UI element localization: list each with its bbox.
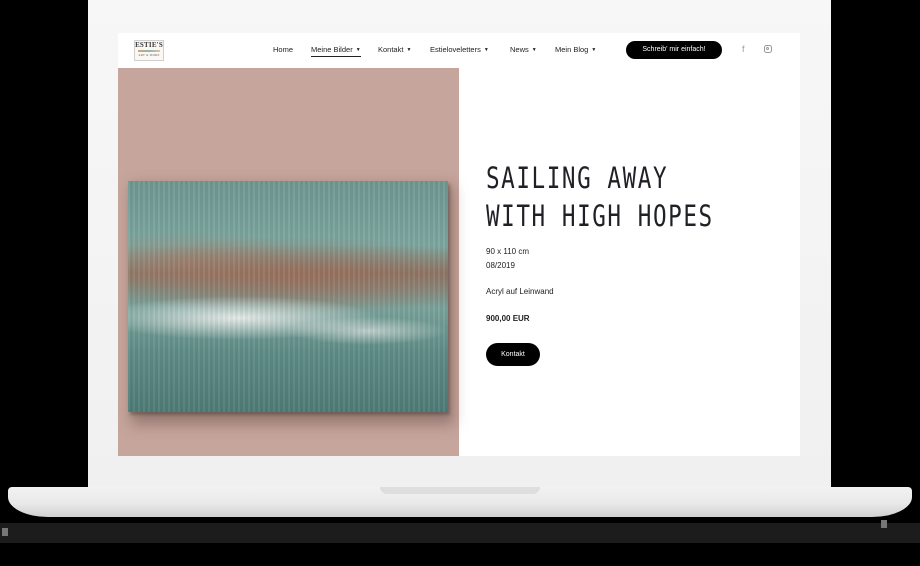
artwork-panel [118, 68, 459, 456]
artwork-medium: Acryl auf Leinwand [486, 287, 554, 296]
nav-kontakt-label: Kontakt [378, 45, 404, 54]
laptop-notch [380, 487, 540, 494]
bottom-bar [0, 523, 920, 543]
nav-news[interactable]: News ▼ [510, 45, 537, 54]
top-navigation: ESTIE'S ART & MORE Home Meine Bilder ▼ Ko… [118, 33, 800, 68]
chevron-down-icon: ▼ [591, 47, 597, 53]
nav-meine-bilder[interactable]: Meine Bilder ▼ [311, 45, 361, 57]
artwork-price: 900,00 EUR [486, 314, 530, 323]
site-logo[interactable]: ESTIE'S ART & MORE [134, 40, 164, 61]
nav-mein-blog-label: Mein Blog [555, 45, 589, 54]
write-me-button[interactable]: Schreib' mir einfach! [626, 41, 722, 59]
nav-estieloveletters[interactable]: Estieloveletters ▼ [430, 45, 489, 54]
nav-home[interactable]: Home [273, 45, 293, 54]
logo-subtitle: ART & MORE [138, 53, 160, 57]
logo-text: ESTIE'S [135, 41, 163, 49]
nav-meine-bilder-label: Meine Bilder [311, 45, 353, 54]
chevron-down-icon: ▼ [531, 47, 537, 53]
chevron-down-icon: ▼ [483, 47, 489, 53]
artwork-title-line1: SAILING AWAY [486, 161, 669, 195]
chevron-down-icon: ▼ [406, 47, 412, 53]
artwork-date: 08/2019 [486, 261, 515, 270]
painting-image[interactable] [128, 181, 448, 412]
artwork-size: 90 x 110 cm [486, 247, 529, 256]
facebook-icon[interactable]: f [742, 44, 745, 54]
nav-news-label: News [510, 45, 529, 54]
instagram-icon[interactable] [764, 45, 772, 53]
nav-kontakt[interactable]: Kontakt ▼ [378, 45, 411, 54]
corner-mark-right [881, 520, 887, 528]
nav-mein-blog[interactable]: Mein Blog ▼ [555, 45, 596, 54]
browser-screen: ESTIE'S ART & MORE Home Meine Bilder ▼ Ko… [118, 33, 800, 456]
logo-stripe [138, 50, 160, 52]
contact-button[interactable]: Kontakt [486, 343, 540, 366]
nav-estieloveletters-label: Estieloveletters [430, 45, 481, 54]
artwork-title-line2: WITH HIGH HOPES [486, 199, 714, 233]
corner-mark-left [2, 528, 8, 536]
artwork-title: SAILING AWAY WITH HIGH HOPES [486, 159, 720, 235]
chevron-down-icon: ▼ [355, 47, 361, 53]
nav-home-label: Home [273, 45, 294, 54]
